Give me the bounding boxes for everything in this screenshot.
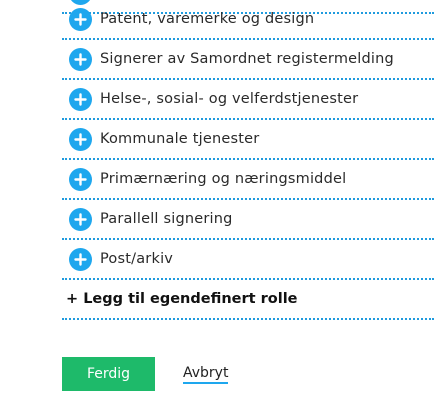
role-item-label: Kommunale tjenester: [100, 131, 260, 147]
role-list: Patent, varemerke og design Signerer av …: [62, 0, 434, 320]
role-item-label: Post/arkiv: [100, 251, 174, 267]
role-item-parallell[interactable]: Parallell signering: [62, 200, 434, 240]
plus-icon[interactable]: [69, 47, 92, 71]
role-item-label: Signerer av Samordnet registermelding: [100, 51, 394, 67]
role-item-label: Parallell signering: [100, 211, 233, 227]
role-item-primaernaering[interactable]: Primærnæring og næringsmiddel: [62, 160, 434, 200]
role-item-label: Helse-, sosial- og velferdstjenester: [100, 91, 359, 107]
role-item-helse[interactable]: Helse-, sosial- og velferdstjenester: [62, 80, 434, 120]
plus-icon[interactable]: [69, 167, 92, 191]
role-item-samordnet[interactable]: Signerer av Samordnet registermelding: [62, 40, 434, 80]
done-button[interactable]: Ferdig: [62, 357, 155, 391]
plus-icon[interactable]: [69, 7, 92, 31]
plus-icon[interactable]: [69, 127, 92, 151]
plus-icon[interactable]: [69, 247, 92, 271]
role-item-patent[interactable]: Patent, varemerke og design: [62, 0, 434, 40]
form-actions: Ferdig Avbryt: [62, 357, 229, 391]
role-item-label: Primærnæring og næringsmiddel: [100, 171, 347, 187]
role-item-post-arkiv[interactable]: Post/arkiv: [62, 240, 434, 280]
role-item-label: Patent, varemerke og design: [100, 11, 315, 27]
cancel-button[interactable]: Avbryt: [183, 365, 229, 384]
add-custom-role-link[interactable]: + Legg til egendefinert rolle: [62, 280, 434, 320]
plus-icon[interactable]: [69, 87, 92, 111]
role-item-kommunale[interactable]: Kommunale tjenester: [62, 120, 434, 160]
plus-icon[interactable]: [69, 207, 92, 231]
